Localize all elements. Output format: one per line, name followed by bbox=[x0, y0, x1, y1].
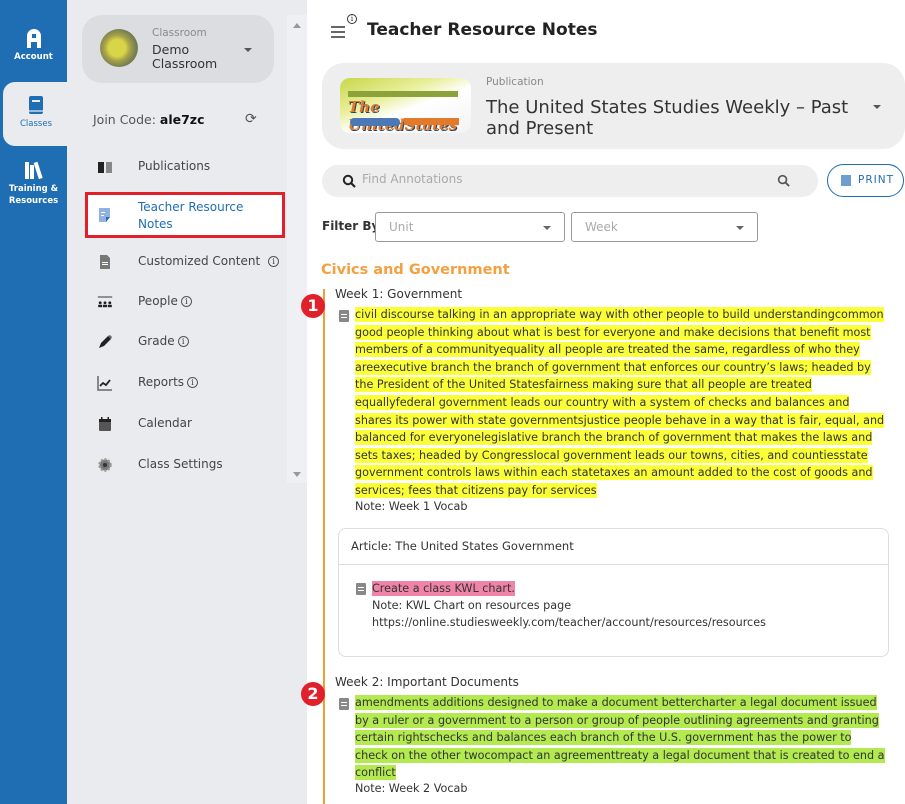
unit-timeline-line bbox=[323, 289, 325, 804]
gear-icon bbox=[98, 458, 112, 472]
sidebar-item-label: Customized Content i bbox=[138, 254, 280, 268]
annotation-note: Note: Week 2 Vocab bbox=[355, 782, 468, 795]
publication-thumbnail: The UnitedStates bbox=[340, 78, 471, 133]
sidebar-item-teacher-resource-notes[interactable]: Teacher Resource Notes bbox=[85, 192, 285, 238]
unit-select[interactable]: Unit bbox=[375, 212, 565, 242]
info-icon[interactable]: i bbox=[268, 256, 280, 267]
menu-icon[interactable] bbox=[331, 26, 345, 38]
book-icon bbox=[29, 96, 43, 114]
search-icon bbox=[342, 174, 356, 188]
chart-icon bbox=[97, 376, 112, 391]
app-rail: Account Classes Training & Resources bbox=[0, 0, 69, 804]
join-code-value: ale7zc bbox=[159, 112, 205, 127]
classroom-selector[interactable]: Classroom Demo Classroom bbox=[82, 15, 274, 83]
document-icon bbox=[100, 255, 110, 269]
rail-item-label: Account bbox=[14, 52, 53, 62]
article-annotation[interactable]: Create a class KWL chart. Note: KWL Char… bbox=[372, 580, 872, 631]
chevron-down-icon bbox=[543, 226, 551, 230]
sidebar-item-reports[interactable]: Reports i bbox=[85, 366, 285, 400]
sidebar-item-label: Teacher Resource Notes bbox=[138, 200, 244, 231]
sidebar-item-publications[interactable]: Publications bbox=[85, 150, 285, 184]
book-open-icon bbox=[98, 162, 112, 173]
pencil-icon bbox=[99, 335, 112, 348]
library-icon bbox=[24, 161, 43, 180]
search-submit-icon[interactable] bbox=[777, 174, 790, 187]
print-icon bbox=[841, 175, 851, 186]
sidebar-item-customized-content[interactable]: Customized Content i bbox=[85, 245, 285, 279]
annotation-icon bbox=[356, 583, 366, 595]
join-code: Join Code: ale7zc bbox=[93, 112, 205, 127]
search-input[interactable] bbox=[362, 172, 762, 186]
rail-item-label: Classes bbox=[19, 119, 53, 129]
rail-item-classes[interactable]: Classes bbox=[3, 82, 69, 146]
classroom-label: Classroom bbox=[152, 27, 207, 39]
refresh-icon[interactable]: ⟳ bbox=[245, 111, 257, 127]
publication-label: Publication bbox=[486, 76, 544, 88]
sidebar-item-label: People i bbox=[138, 294, 192, 308]
week-select[interactable]: Week bbox=[571, 212, 758, 242]
chevron-down-icon bbox=[244, 48, 252, 52]
sidebar-item-label: Grade i bbox=[138, 334, 189, 348]
classroom-avatar bbox=[100, 29, 138, 67]
sidebar-item-label: Reports i bbox=[138, 375, 199, 389]
publication-name: The United States Studies Weekly – Past … bbox=[486, 97, 849, 139]
annotation-highlight[interactable]: amendments additions designed to make a … bbox=[355, 694, 885, 782]
sidebar-item-calendar[interactable]: Calendar bbox=[85, 407, 285, 441]
annotation-search bbox=[322, 165, 818, 197]
calendar-icon bbox=[99, 417, 111, 431]
info-icon[interactable]: i bbox=[187, 377, 199, 388]
join-code-label: Join Code: bbox=[93, 112, 156, 127]
sidebar-item-label: Publications bbox=[138, 159, 211, 173]
page-title: Teacher Resource Notes bbox=[367, 20, 598, 40]
scroll-down-arrow-icon[interactable] bbox=[293, 472, 301, 477]
unit-title: Civics and Government bbox=[321, 262, 510, 278]
annotation-note: Note: KWL Chart on resources page bbox=[372, 599, 572, 612]
chevron-down-icon bbox=[873, 105, 881, 109]
rail-item-label: Training & Resources bbox=[8, 184, 59, 206]
sidebar-item-label: Calendar bbox=[138, 416, 192, 430]
info-icon[interactable]: i bbox=[177, 336, 189, 347]
annotation-note: Note: Week 1 Vocab bbox=[355, 500, 468, 513]
note-icon bbox=[99, 208, 110, 222]
sidebar-scrollbar[interactable] bbox=[287, 15, 307, 483]
account-icon bbox=[26, 29, 41, 48]
publication-selector[interactable]: The UnitedStates Publication The United … bbox=[322, 63, 905, 149]
step-badge: 1 bbox=[301, 294, 325, 318]
scroll-up-arrow-icon[interactable] bbox=[293, 23, 301, 28]
annotation-highlight[interactable]: civil discourse talking in an appropriat… bbox=[355, 306, 885, 500]
article-card: Article: The United States Government Cr… bbox=[338, 528, 889, 657]
step-badge: 2 bbox=[301, 682, 325, 706]
sidebar-item-grade[interactable]: Grade i bbox=[85, 325, 285, 359]
people-icon bbox=[97, 296, 113, 308]
chevron-down-icon bbox=[736, 226, 744, 230]
annotation-icon bbox=[339, 310, 349, 322]
info-icon[interactable]: i bbox=[180, 296, 192, 307]
classroom-name: Demo Classroom bbox=[152, 42, 218, 71]
sidebar-item-people[interactable]: People i bbox=[85, 285, 285, 319]
rail-item-account[interactable]: Account bbox=[0, 28, 67, 63]
annotation-link[interactable]: https://online.studiesweekly.com/teacher… bbox=[372, 616, 766, 629]
info-icon[interactable]: i bbox=[347, 14, 357, 24]
print-button[interactable]: PRINT bbox=[827, 164, 904, 197]
article-title: Article: The United States Government bbox=[339, 529, 888, 565]
annotation-icon bbox=[339, 698, 349, 710]
sidebar-item-label: Class Settings bbox=[138, 457, 223, 471]
week-title: Week 1: Government bbox=[335, 287, 463, 301]
week-title: Week 2: Important Documents bbox=[335, 675, 519, 689]
sidebar-item-class-settings[interactable]: Class Settings bbox=[85, 448, 285, 482]
rail-item-training[interactable]: Training & Resources bbox=[0, 160, 67, 207]
